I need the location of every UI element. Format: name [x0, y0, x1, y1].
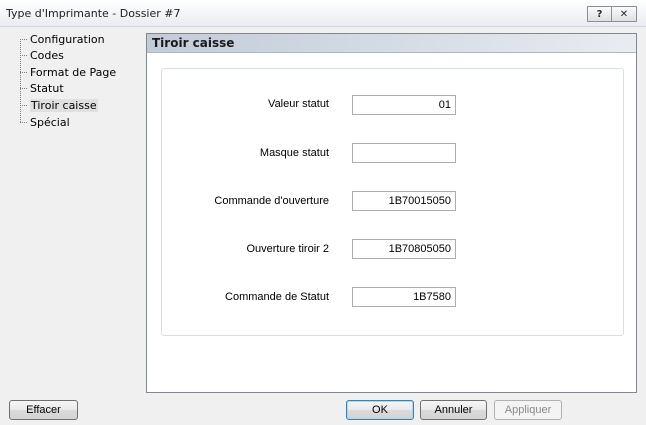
effacer-button[interactable]: Effacer	[9, 400, 78, 420]
ok-button[interactable]: OK	[346, 400, 414, 420]
masque-statut-input[interactable]	[352, 143, 456, 163]
annuler-label: Annuler	[434, 404, 473, 416]
window-title: Type d'Imprimante - Dossier #7	[6, 7, 181, 20]
title-buttons: ? ✕	[587, 6, 637, 22]
appliquer-button[interactable]: Appliquer	[494, 400, 562, 420]
tree-item-label: Configuration	[30, 32, 105, 46]
help-button[interactable]: ?	[587, 6, 612, 22]
tree-item-configuration[interactable]: Configuration	[20, 31, 105, 47]
ouverture-tiroir-2-label: Ouverture tiroir 2	[246, 243, 329, 255]
tree-item-label: Format de Page	[30, 65, 117, 79]
tree-item-label: Tiroir caisse	[30, 98, 98, 112]
field-group: Valeur statut Masque statut Commande d'o…	[161, 68, 624, 336]
help-icon: ?	[596, 8, 603, 20]
effacer-label: Effacer	[26, 404, 61, 416]
tree-item-label: Codes	[30, 48, 64, 62]
commande-ouverture-input[interactable]	[352, 191, 456, 211]
title-bar: Type d'Imprimante - Dossier #7 ? ✕	[0, 0, 646, 27]
settings-panel: Tiroir caisse Valeur statut Masque statu…	[146, 33, 637, 393]
tree-item-codes[interactable]: Codes	[20, 47, 64, 63]
valeur-statut-input[interactable]	[352, 95, 456, 115]
tree-item-tiroir-caisse[interactable]: Tiroir caisse	[20, 97, 98, 113]
settings-tree: Configuration Codes Format de Page Statu…	[8, 31, 143, 391]
tree-item-label: Statut	[30, 81, 64, 95]
tree-item-statut[interactable]: Statut	[20, 80, 64, 96]
commande-ouverture-label: Commande d'ouverture	[214, 195, 329, 207]
ouverture-tiroir-2-input[interactable]	[352, 239, 456, 259]
tree-item-format-de-page[interactable]: Format de Page	[20, 64, 116, 80]
valeur-statut-label: Valeur statut	[268, 98, 329, 110]
appliquer-label: Appliquer	[504, 404, 552, 416]
ok-label: OK	[372, 404, 388, 416]
close-icon: ✕	[619, 8, 629, 20]
tree-item-special[interactable]: Spécial	[20, 114, 70, 130]
commande-statut-label: Commande de Statut	[225, 291, 329, 303]
masque-statut-label: Masque statut	[259, 147, 329, 159]
annuler-button[interactable]: Annuler	[420, 400, 487, 420]
panel-title: Tiroir caisse	[147, 34, 636, 53]
commande-statut-input[interactable]	[352, 287, 456, 307]
close-button[interactable]: ✕	[612, 6, 637, 22]
tree-item-label: Spécial	[30, 115, 70, 129]
